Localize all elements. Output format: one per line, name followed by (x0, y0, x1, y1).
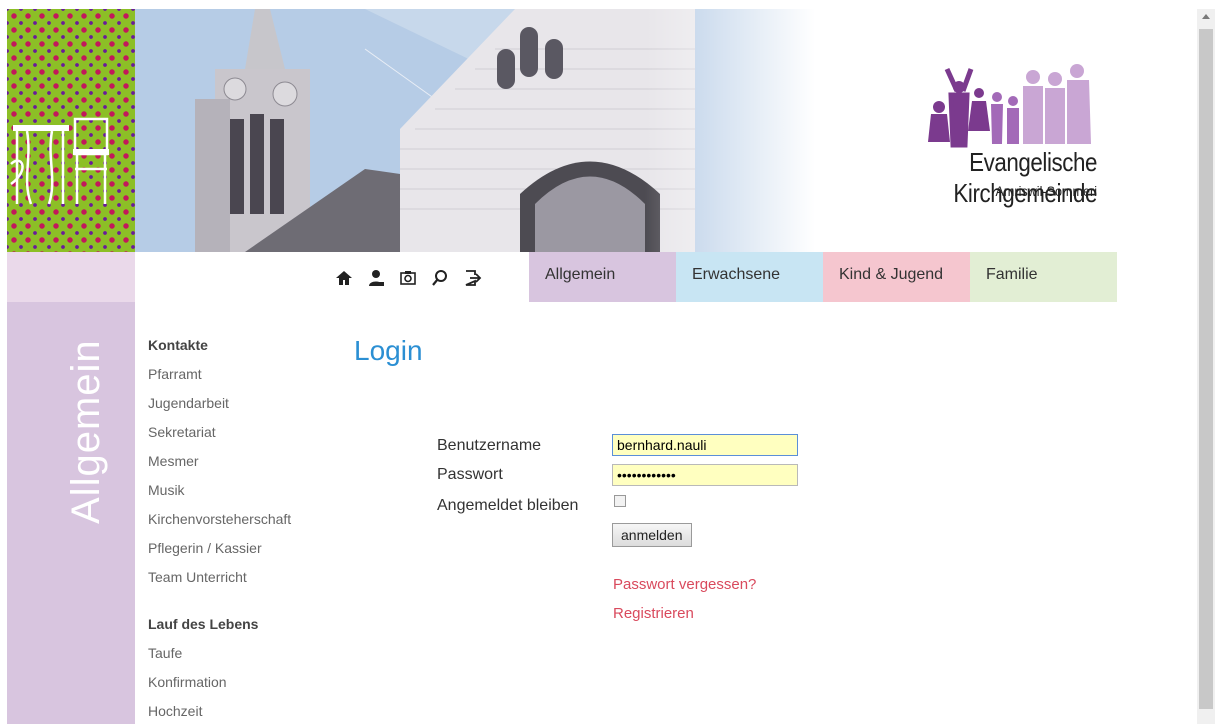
main-navigation: Allgemein Erwachsene Kind & Jugend Famil… (7, 252, 1197, 302)
tab-allgemein[interactable]: Allgemein (529, 252, 676, 302)
menu-item-hochzeit[interactable]: Hochzeit (148, 697, 338, 724)
nav-left-band (7, 252, 135, 302)
church-photo (135, 9, 815, 252)
church-illustration (135, 9, 815, 252)
logout-icon[interactable] (462, 268, 482, 288)
vertical-scrollbar[interactable] (1197, 9, 1215, 724)
menu-item-sekretariat[interactable]: Sekretariat (148, 418, 338, 447)
logo-subtitle: Amriswil-Sommeri (995, 183, 1097, 199)
scrollbar-thumb[interactable] (1199, 29, 1213, 709)
login-button[interactable]: anmelden (612, 523, 692, 547)
menu-item-taufe[interactable]: Taufe (148, 639, 338, 668)
logo-title: Evangelische Kirchgemeinde (953, 147, 1097, 208)
decorative-dot-pattern (7, 9, 135, 252)
cafe-table-chairs-illustration (10, 117, 109, 205)
window-top-edge (0, 0, 1215, 9)
nav-icon-bar (334, 266, 482, 290)
sidebar-menu: Kontakte Pfarramt Jugendarbeit Sekretari… (148, 331, 338, 724)
password-field[interactable] (612, 464, 798, 486)
user-icon[interactable] (366, 268, 386, 288)
page-title: Login (354, 335, 423, 366)
menu-item-team-unterricht[interactable]: Team Unterricht (148, 563, 338, 592)
menu-item-pfarramt[interactable]: Pfarramt (148, 360, 338, 389)
camera-icon[interactable] (398, 268, 418, 288)
page: Evangelische Kirchgemeinde Amriswil-Somm… (7, 9, 1197, 724)
tab-erwachsene[interactable]: Erwachsene (676, 252, 823, 302)
username-field[interactable] (612, 434, 798, 456)
tab-kind-jugend[interactable]: Kind & Jugend (823, 252, 970, 302)
remember-checkbox[interactable] (614, 495, 626, 507)
menu-item-konfirmation[interactable]: Konfirmation (148, 668, 338, 697)
menu-item-kirchenvorsteherschaft[interactable]: Kirchenvorsteherschaft (148, 505, 338, 534)
search-icon[interactable] (430, 268, 450, 288)
register-link[interactable]: Registrieren (613, 605, 694, 622)
menu-heading-kontakte: Kontakte (148, 337, 208, 353)
home-icon[interactable] (334, 268, 354, 288)
menu-item-pflegerin-kassier[interactable]: Pflegerin / Kassier (148, 534, 338, 563)
username-label: Benutzername (437, 437, 542, 454)
family-silhouettes-logo-icon (928, 64, 1091, 148)
header-banner: Evangelische Kirchgemeinde Amriswil-Somm… (7, 9, 1197, 252)
forgot-password-link[interactable]: Passwort vergessen? (613, 576, 756, 593)
menu-item-musik[interactable]: Musik (148, 476, 338, 505)
remember-label: Angemeldet bleiben (437, 497, 579, 514)
password-label: Passwort (437, 466, 503, 483)
church-logo[interactable]: Evangelische Kirchgemeinde Amriswil-Somm… (827, 49, 1187, 219)
menu-heading-lauf-des-lebens: Lauf des Lebens (148, 616, 259, 632)
section-side-label: Allgemein (64, 339, 108, 524)
section-tabs: Allgemein Erwachsene Kind & Jugend Famil… (529, 252, 1117, 302)
tab-familie[interactable]: Familie (970, 252, 1117, 302)
menu-gap (148, 592, 338, 610)
scroll-up-arrow-icon[interactable] (1202, 14, 1210, 19)
menu-item-jugendarbeit[interactable]: Jugendarbeit (148, 389, 338, 418)
menu-item-mesmer[interactable]: Mesmer (148, 447, 338, 476)
